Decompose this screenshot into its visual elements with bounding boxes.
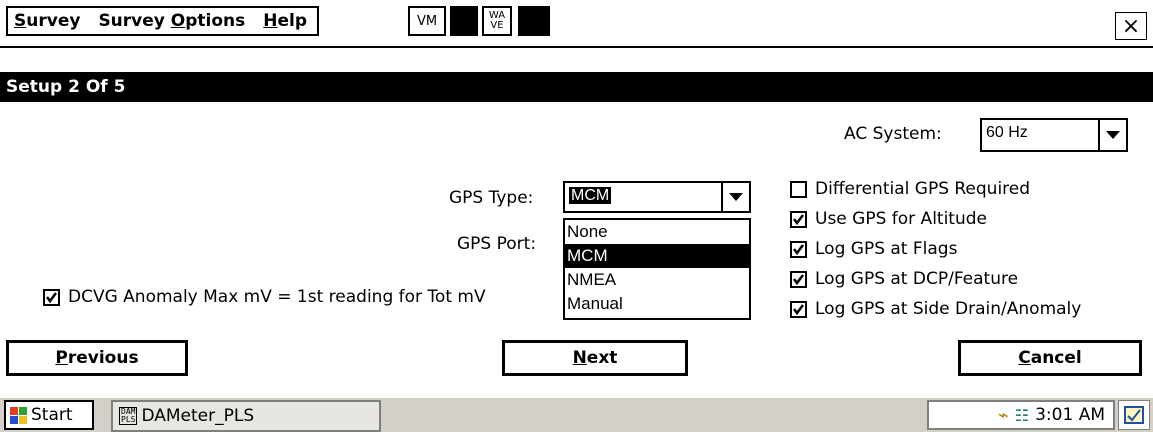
option-checkbox[interactable] (790, 240, 807, 258)
ac-system-value: 60 Hz (986, 124, 1028, 141)
spacer-band (0, 48, 1153, 72)
clock[interactable]: 3:01 AM (1035, 405, 1105, 425)
option-row[interactable]: Use GPS for Altitude (790, 204, 1081, 234)
gps-type-label: GPS Type: (449, 188, 534, 208)
taskbar-item-dameter[interactable]: DAM PLS DAMeter_PLS (111, 400, 381, 432)
dialog-title: Setup 2 Of 5 (6, 77, 126, 97)
dropdown-option[interactable]: MCM (565, 244, 749, 268)
option-row[interactable]: Log GPS at Flags (790, 234, 1081, 264)
menu-group: Survey Survey Options Help (6, 6, 320, 36)
network-icon[interactable]: ☷ (1015, 406, 1029, 425)
menu-help[interactable]: Help (263, 11, 307, 31)
ac-system-select[interactable]: 60 Hz (980, 118, 1128, 152)
dropdown-option[interactable]: None (565, 220, 749, 244)
wave-label-bottom: VE (490, 20, 504, 31)
app-icon: DAM PLS (119, 407, 138, 425)
option-checkbox[interactable] (790, 300, 807, 318)
vm-button[interactable]: VM (408, 6, 446, 36)
dropdown-option[interactable]: NMEA (565, 268, 749, 292)
windows-flag-icon (10, 406, 27, 424)
power-plug-icon[interactable]: ⌁ (998, 405, 1009, 426)
gps-type-select[interactable]: MCM (563, 181, 751, 213)
cancel-label: Cancel (1018, 348, 1082, 368)
close-icon: × (1121, 13, 1141, 39)
taskbar: Start DAM PLS DAMeter_PLS ⌁ ☷ 3:01 AM (0, 396, 1153, 432)
option-label: Log GPS at Side Drain/Anomaly (815, 299, 1082, 319)
gps-type-value: MCM (569, 187, 612, 204)
option-checkbox[interactable] (790, 270, 807, 288)
wave-button[interactable]: WA VE (482, 6, 512, 36)
menu-survey-options[interactable]: Survey Options (98, 11, 245, 31)
menu-survey[interactable]: Survey (14, 11, 80, 31)
ac-system-label: AC System: (844, 124, 942, 144)
vm-label: VM (416, 13, 438, 29)
previous-button[interactable]: Previous (6, 340, 188, 376)
dcvg-anomaly-checkbox[interactable] (43, 288, 60, 306)
next-button[interactable]: Next (502, 340, 688, 376)
option-checkbox[interactable] (790, 180, 807, 198)
menu-bar: Survey Survey Options Help VM WA VE × (0, 0, 1153, 48)
option-row[interactable]: Log GPS at DCP/Feature (790, 264, 1081, 294)
gps-options-list: Differential GPS Required Use GPS for Al… (790, 174, 1081, 324)
taskbar-item-label: DAMeter_PLS (141, 406, 255, 426)
toolbar-black-button-1[interactable] (450, 6, 478, 36)
chevron-down-icon[interactable] (1098, 120, 1126, 150)
start-button[interactable]: Start (4, 400, 94, 430)
option-label: Differential GPS Required (815, 179, 1031, 199)
cancel-button[interactable]: Cancel (958, 340, 1142, 376)
previous-label: Previous (55, 348, 139, 368)
dcvg-anomaly-checkbox-row[interactable]: DCVG Anomaly Max mV = 1st reading for To… (43, 287, 582, 307)
gps-port-label: GPS Port: (457, 234, 537, 254)
option-checkbox[interactable] (790, 210, 807, 228)
next-label: Next (572, 348, 618, 368)
option-label: Log GPS at DCP/Feature (815, 269, 1019, 289)
dialog-title-bar: Setup 2 Of 5 (0, 72, 1153, 102)
option-label: Log GPS at Flags (815, 239, 958, 259)
show-desktop-icon[interactable] (1118, 400, 1150, 430)
system-tray: ⌁ ☷ 3:01 AM (927, 400, 1115, 430)
option-row[interactable]: Log GPS at Side Drain/Anomaly (790, 294, 1081, 324)
toolbar-black-button-2[interactable] (518, 6, 550, 36)
start-label: Start (31, 405, 73, 425)
chevron-down-icon[interactable] (721, 183, 749, 211)
dropdown-option[interactable]: Manual (565, 292, 749, 316)
close-button[interactable]: × (1115, 12, 1147, 40)
option-label: Use GPS for Altitude (815, 209, 987, 229)
gps-type-dropdown-list[interactable]: None MCM NMEA Manual (563, 218, 751, 320)
option-row[interactable]: Differential GPS Required (790, 174, 1081, 204)
dcvg-anomaly-label: DCVG Anomaly Max mV = 1st reading for To… (68, 287, 486, 307)
